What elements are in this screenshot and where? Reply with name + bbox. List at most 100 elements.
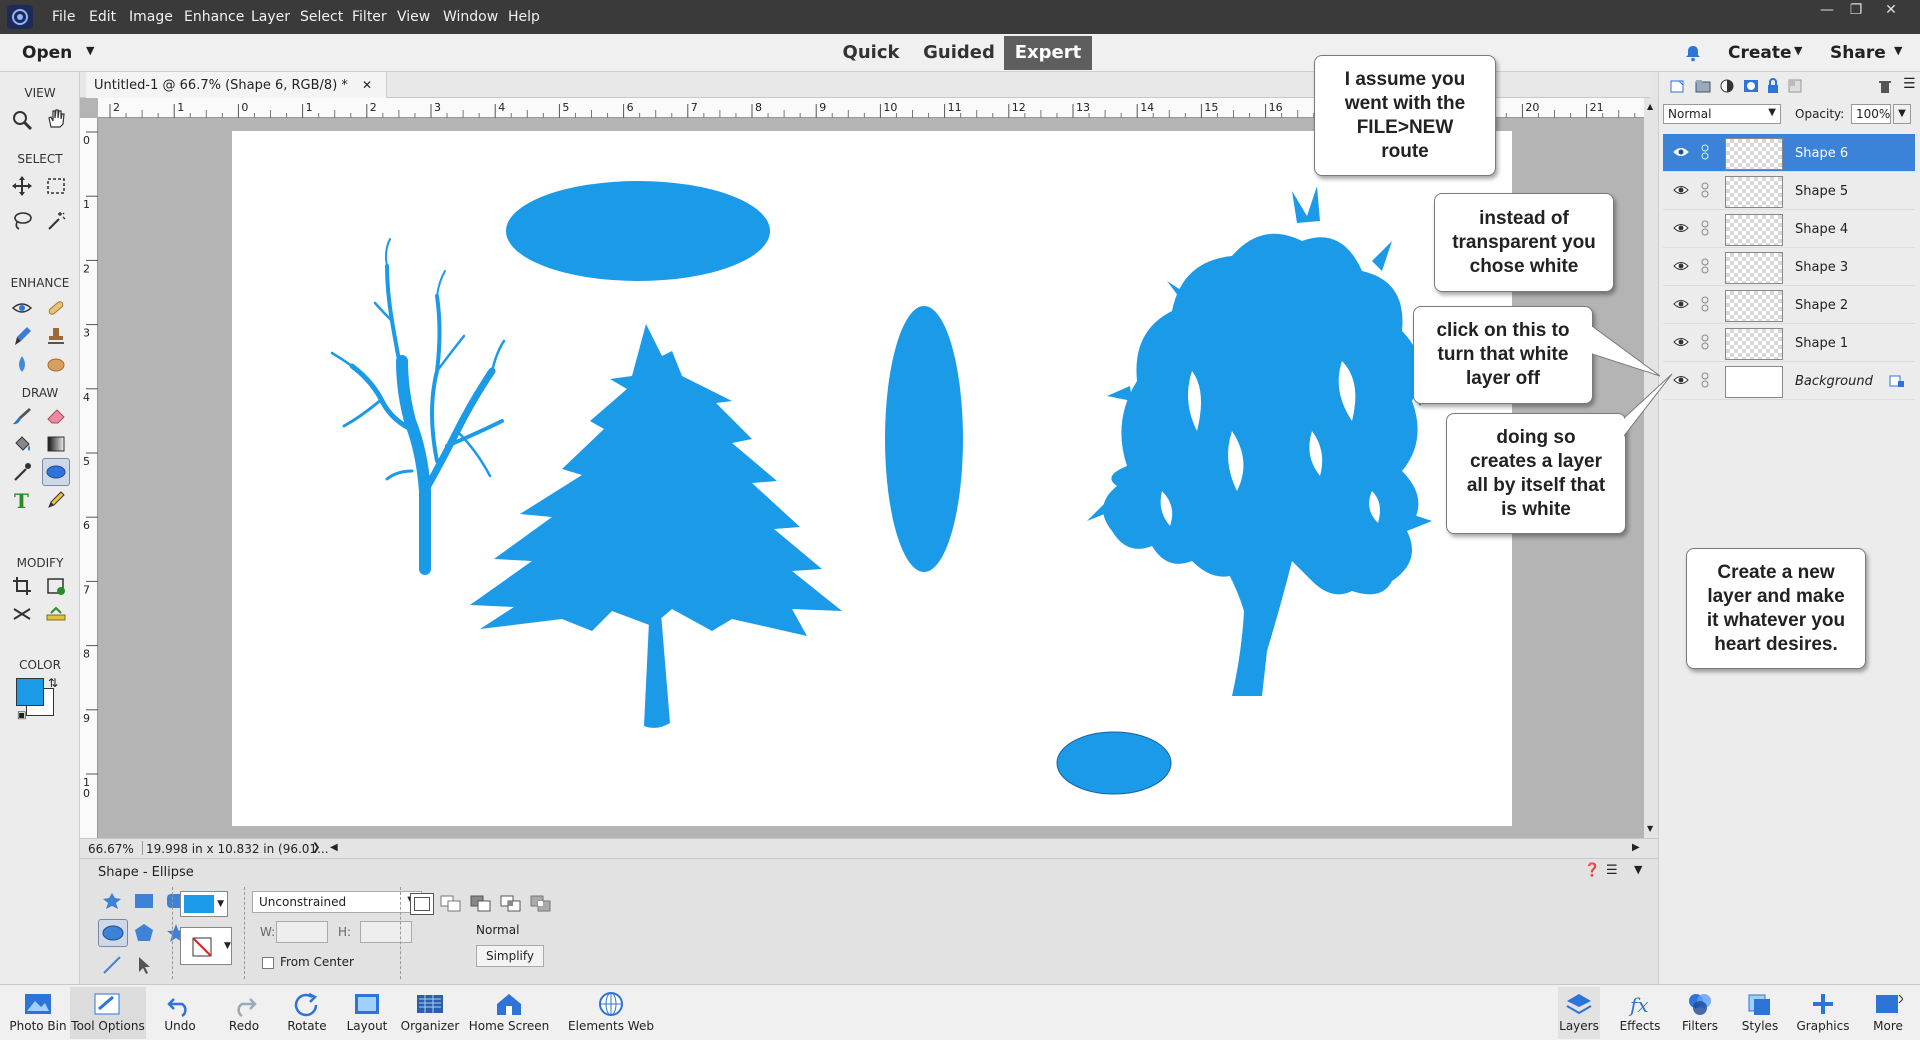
layer-row[interactable]: Shape 3 (1663, 248, 1915, 286)
visibility-eye-icon[interactable] (1673, 334, 1689, 350)
crop-tool-icon[interactable] (8, 572, 36, 600)
new-shape-layer-mode-icon[interactable] (410, 893, 434, 915)
rotate-button[interactable]: Rotate (284, 987, 330, 1039)
height-input[interactable] (360, 921, 412, 943)
stroke-dropdown-icon[interactable]: ▼ (224, 941, 231, 951)
collapse-panel-icon[interactable]: ▼ (1634, 863, 1642, 876)
layer-link-icon[interactable] (1699, 144, 1711, 160)
simplify-button[interactable]: Simplify (476, 945, 544, 967)
magic-wand-tool-icon[interactable] (42, 206, 70, 234)
eyedropper-tool-icon[interactable] (8, 458, 36, 486)
status-menu-icon[interactable]: ❯ (312, 842, 320, 853)
visibility-eye-icon[interactable] (1673, 372, 1689, 388)
open-dropdown-icon[interactable]: ▼ (86, 44, 94, 57)
adjustment-layer-icon[interactable] (1719, 78, 1735, 94)
zoom-tool-icon[interactable] (8, 106, 36, 134)
help-icon[interactable]: ❓ (1584, 863, 1600, 878)
visibility-eye-icon[interactable] (1673, 144, 1689, 160)
add-to-shape-icon[interactable] (440, 895, 462, 913)
menu-select[interactable]: Select (300, 9, 343, 25)
default-colors-icon[interactable]: ▣ (17, 710, 26, 721)
delete-layer-icon[interactable] (1877, 78, 1893, 94)
graphics-button[interactable]: Graphics (1796, 987, 1850, 1039)
blur-tool-icon[interactable] (8, 350, 36, 378)
layer-link-icon[interactable] (1699, 258, 1711, 274)
from-center-checkbox[interactable] (262, 957, 274, 969)
new-group-icon[interactable] (1695, 78, 1711, 94)
shape-bare-tree[interactable] (330, 238, 506, 575)
layer-row[interactable]: Shape 2 (1663, 286, 1915, 324)
share-button[interactable]: Share (1830, 43, 1886, 63)
open-button[interactable]: Open (22, 43, 72, 63)
filters-button[interactable]: Filters (1678, 987, 1722, 1039)
styles-button[interactable]: Styles (1738, 987, 1782, 1039)
polygon-shape-icon[interactable] (134, 923, 154, 943)
layer-row[interactable]: Shape 5 (1663, 172, 1915, 210)
shape-ellipse-bottom[interactable] (1056, 731, 1172, 795)
shape-ellipse-vertical[interactable] (885, 306, 963, 572)
foreground-color-swatch[interactable] (16, 678, 44, 706)
layer-row[interactable]: Shape 6 (1663, 134, 1915, 172)
layout-button[interactable]: Layout (344, 987, 390, 1039)
opacity-input[interactable]: 100% (1851, 104, 1891, 124)
background-lock-icon[interactable] (1889, 374, 1905, 388)
scroll-left-icon[interactable]: ◀ (330, 842, 338, 853)
menu-layer[interactable]: Layer (251, 9, 290, 25)
eraser-tool-icon[interactable] (42, 402, 70, 430)
width-input[interactable] (276, 921, 328, 943)
paint-bucket-tool-icon[interactable] (8, 430, 36, 458)
redo-button[interactable]: Redo (226, 987, 262, 1039)
tab-quick[interactable]: Quick (838, 36, 904, 70)
effects-button[interactable]: fx Effects (1616, 987, 1664, 1039)
layer-row[interactable]: Background (1663, 362, 1915, 400)
visibility-eye-icon[interactable] (1673, 182, 1689, 198)
intersect-shape-icon[interactable] (500, 895, 522, 913)
brush-tool-icon[interactable] (8, 402, 36, 430)
blend-mode-select[interactable]: Normal ▼ (1663, 104, 1781, 124)
clone-stamp-tool-icon[interactable] (42, 322, 70, 350)
organizer-button[interactable]: Organizer (400, 987, 460, 1039)
close-icon[interactable]: ✕ (1880, 2, 1902, 20)
lock-all-icon[interactable] (1765, 78, 1781, 94)
exclude-shape-icon[interactable] (530, 895, 552, 913)
visibility-eye-icon[interactable] (1673, 258, 1689, 274)
menu-file[interactable]: File (52, 9, 75, 25)
close-tab-icon[interactable]: ✕ (362, 78, 372, 92)
menu-window[interactable]: Window (443, 9, 498, 25)
move-tool-icon[interactable] (8, 172, 36, 200)
menu-enhance[interactable]: Enhance (184, 9, 244, 25)
marquee-tool-icon[interactable] (42, 172, 70, 200)
tab-expert[interactable]: Expert (1004, 36, 1092, 70)
layer-link-icon[interactable] (1699, 182, 1711, 198)
menu-filter[interactable]: Filter (352, 9, 387, 25)
menu-help[interactable]: Help (508, 9, 540, 25)
constraint-select[interactable]: Unconstrained ▼ (252, 891, 422, 913)
subtract-from-shape-icon[interactable] (470, 895, 492, 913)
shape-selection-icon[interactable] (134, 955, 154, 975)
hand-tool-icon[interactable] (42, 104, 70, 132)
elements-web-button[interactable]: Elements Web (566, 987, 656, 1039)
shape-leafy-tree[interactable] (1087, 186, 1437, 696)
home-screen-button[interactable]: Home Screen (468, 987, 550, 1039)
restore-icon[interactable]: ❐ (1845, 2, 1867, 20)
notification-bell-icon[interactable] (1684, 44, 1702, 62)
create-button[interactable]: Create (1728, 43, 1792, 63)
new-layer-icon[interactable] (1669, 78, 1685, 94)
pencil-tool-icon[interactable] (42, 486, 70, 514)
rectangle-shape-icon[interactable] (134, 893, 154, 909)
shape-ellipse-top[interactable] (506, 181, 770, 281)
layer-link-icon[interactable] (1699, 296, 1711, 312)
shape-color-picker[interactable]: ▼ (180, 891, 228, 917)
red-eye-tool-icon[interactable] (8, 294, 36, 322)
ellipse-shape-option[interactable] (98, 919, 128, 947)
type-tool-icon[interactable]: T (8, 486, 36, 514)
panel-menu-icon[interactable]: ☰ (1903, 76, 1916, 92)
shape-pine-tree[interactable] (470, 324, 842, 728)
document-tab[interactable]: Untitled-1 @ 66.7% (Shape 6, RGB/8) * ✕ (86, 72, 388, 98)
straighten-tool-icon[interactable] (42, 600, 70, 628)
layer-mask-icon[interactable] (1743, 78, 1759, 94)
photo-bin-button[interactable]: Photo Bin (8, 987, 68, 1039)
layer-row[interactable]: Shape 4 (1663, 210, 1915, 248)
scroll-down-icon[interactable]: ▼ (1647, 824, 1653, 833)
recompose-tool-icon[interactable] (42, 572, 70, 600)
